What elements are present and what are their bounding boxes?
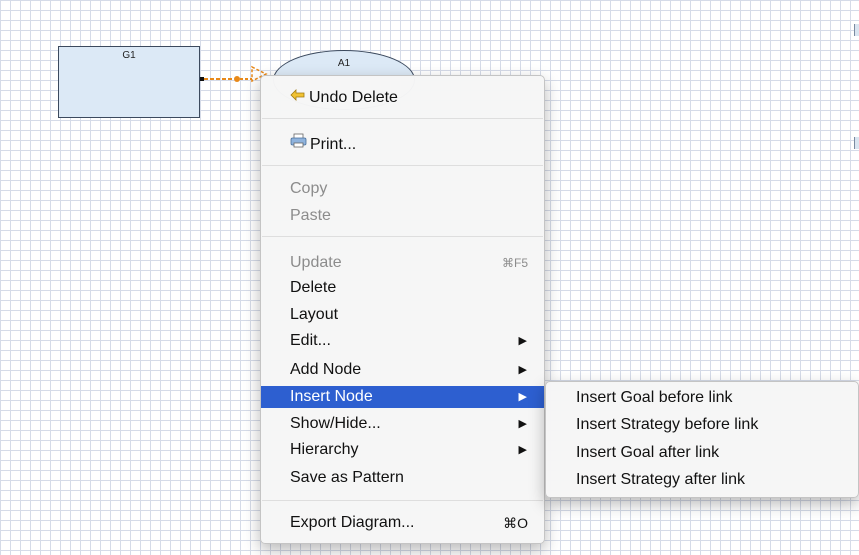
menu-separator [262, 165, 543, 166]
menu-item-save-as-pattern[interactable]: Save as Pattern [261, 467, 544, 489]
submenu-arrow-icon: ▶ [518, 335, 527, 347]
menu-item-update[interactable]: Update ⌘F5 [261, 252, 544, 274]
menu-item-delete[interactable]: Delete [261, 277, 544, 299]
menu-item-print-label: Print... [310, 136, 357, 154]
update-shortcut: ⌘F5 [501, 256, 528, 270]
undo-arrow-icon [290, 86, 306, 108]
submenu-item-insert-goal-before-link[interactable]: Insert Goal before link [546, 387, 858, 409]
insert-node-submenu: Insert Goal before link Insert Strategy … [545, 381, 859, 498]
assumption-node-label: A1 [337, 58, 351, 69]
menu-item-add-node-label: Add Node [290, 361, 362, 378]
export-shortcut: ⌘O [503, 515, 528, 531]
submenu-arrow-icon: ▶ [518, 418, 527, 430]
menu-item-undo-delete-label: Undo Delete [309, 89, 398, 107]
canvas-edge-tab-top [854, 24, 859, 36]
menu-item-export-diagram-label: Export Diagram... [290, 514, 415, 531]
menu-separator [262, 118, 543, 119]
submenu-arrow-icon: ▶ [518, 391, 527, 403]
menu-item-hierarchy-label: Hierarchy [290, 441, 359, 458]
menu-item-copy[interactable]: Copy [261, 178, 544, 200]
menu-item-insert-node-label: Insert Node [290, 388, 373, 405]
menu-item-show-hide[interactable]: Show/Hide... ▶ [261, 413, 544, 435]
submenu-arrow-icon: ▶ [518, 364, 527, 376]
menu-separator [262, 236, 543, 237]
submenu-item-insert-strategy-after-link[interactable]: Insert Strategy after link [546, 469, 858, 491]
menu-item-edit-label: Edit... [290, 332, 331, 349]
menu-item-hierarchy[interactable]: Hierarchy ▶ [261, 439, 544, 461]
menu-item-edit[interactable]: Edit... ▶ [261, 330, 544, 352]
menu-item-print[interactable]: Print... [261, 133, 544, 156]
printer-icon [290, 133, 307, 155]
submenu-item-insert-goal-after-link[interactable]: Insert Goal after link [546, 442, 858, 464]
menu-item-undo-delete[interactable]: Undo Delete [261, 87, 544, 109]
submenu-arrow-icon: ▶ [518, 444, 527, 456]
menu-item-paste[interactable]: Paste [261, 205, 544, 227]
context-menu: Undo Delete Print... Copy Paste Update ⌘… [260, 75, 545, 544]
menu-item-layout[interactable]: Layout [261, 304, 544, 326]
menu-item-export-diagram[interactable]: Export Diagram... ⌘O [261, 512, 544, 534]
canvas-edge-tab-middle [854, 137, 859, 149]
menu-item-update-label: Update [290, 254, 342, 271]
menu-separator [262, 500, 543, 501]
goal-node-label: G1 [122, 50, 136, 61]
submenu-item-insert-strategy-before-link[interactable]: Insert Strategy before link [546, 414, 858, 436]
menu-item-insert-node[interactable]: Insert Node ▶ [261, 386, 544, 408]
menu-item-add-node[interactable]: Add Node ▶ [261, 359, 544, 381]
menu-item-show-hide-label: Show/Hide... [290, 415, 381, 432]
goal-node-g1[interactable]: G1 [58, 46, 200, 118]
